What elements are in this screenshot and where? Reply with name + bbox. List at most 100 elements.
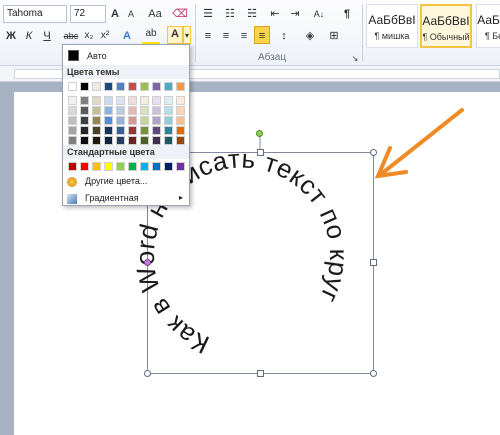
theme-color-swatch[interactable]	[68, 116, 77, 125]
align-right-icon[interactable]: ≡	[236, 27, 252, 45]
theme-color-swatch[interactable]	[164, 96, 173, 105]
decrease-indent-icon[interactable]: ⇤	[268, 5, 282, 23]
standard-color-swatch[interactable]	[140, 162, 149, 171]
change-case-button[interactable]: Aa	[146, 5, 164, 23]
style-item-no-spacing[interactable]: АаБбВ ¶ Без	[476, 4, 500, 48]
theme-color-swatch[interactable]	[104, 96, 113, 105]
theme-color-swatch[interactable]	[104, 106, 113, 115]
text-effects-button[interactable]: A	[120, 27, 134, 45]
font-color-button[interactable]: A	[167, 26, 183, 44]
auto-color-item[interactable]: Авто	[87, 51, 107, 61]
theme-color-swatch[interactable]	[128, 126, 137, 135]
resize-handle-tr[interactable]	[370, 149, 377, 156]
rotate-handle[interactable]	[256, 130, 263, 137]
standard-color-swatch[interactable]	[92, 162, 101, 171]
paragraph-mark-button[interactable]: ¶	[340, 5, 354, 23]
align-center-icon[interactable]: ≡	[218, 27, 234, 45]
theme-color-swatch[interactable]	[68, 106, 77, 115]
theme-color-swatch[interactable]	[128, 116, 137, 125]
sort-icon[interactable]: A↓	[312, 5, 326, 23]
increase-indent-icon[interactable]: ⇥	[288, 5, 302, 23]
highlight-button[interactable]: ab	[142, 27, 160, 45]
style-item-normal[interactable]: АаБбВвІ ¶ Обычный	[420, 4, 472, 48]
theme-color-swatch[interactable]	[176, 136, 185, 145]
standard-color-swatch[interactable]	[176, 162, 185, 171]
theme-color-swatch[interactable]	[140, 82, 149, 91]
theme-color-swatch[interactable]	[116, 116, 125, 125]
theme-color-swatch[interactable]	[116, 82, 125, 91]
theme-color-swatch[interactable]	[176, 96, 185, 105]
theme-color-swatch[interactable]	[152, 106, 161, 115]
resize-handle-t[interactable]	[257, 149, 264, 156]
theme-color-swatch[interactable]	[152, 96, 161, 105]
justify-icon[interactable]: ≡	[254, 26, 270, 44]
theme-color-swatch[interactable]	[68, 136, 77, 145]
theme-color-swatch[interactable]	[80, 126, 89, 135]
italic-button[interactable]: К	[22, 27, 36, 45]
theme-color-swatch[interactable]	[80, 82, 89, 91]
theme-color-swatch[interactable]	[80, 136, 89, 145]
gradient-item[interactable]: Градиентная ▸	[67, 193, 185, 204]
theme-color-swatch[interactable]	[152, 136, 161, 145]
align-left-icon[interactable]: ≡	[200, 27, 216, 45]
theme-color-swatch[interactable]	[104, 82, 113, 91]
theme-color-swatch[interactable]	[152, 126, 161, 135]
theme-color-swatch[interactable]	[92, 106, 101, 115]
theme-color-swatch[interactable]	[92, 136, 101, 145]
borders-icon[interactable]: ⊞	[326, 27, 342, 45]
theme-color-swatch[interactable]	[68, 126, 77, 135]
bullets-icon[interactable]: ☰	[200, 5, 216, 23]
theme-color-swatch[interactable]	[80, 106, 89, 115]
standard-color-swatch[interactable]	[152, 162, 161, 171]
theme-color-swatch[interactable]	[128, 82, 137, 91]
theme-color-swatch[interactable]	[176, 106, 185, 115]
theme-color-swatch[interactable]	[116, 96, 125, 105]
theme-color-swatch[interactable]	[116, 106, 125, 115]
shading-icon[interactable]: ◈	[302, 27, 318, 45]
underline-button[interactable]: Ч	[40, 27, 54, 45]
subscript-button[interactable]: x₂	[82, 27, 96, 45]
theme-color-swatch[interactable]	[92, 116, 101, 125]
style-item-mishka[interactable]: АаБбВвІ ¶ мишка	[366, 4, 418, 48]
strikethrough-button[interactable]: abc	[62, 27, 80, 45]
theme-color-swatch[interactable]	[164, 136, 173, 145]
resize-handle-r[interactable]	[370, 259, 377, 266]
standard-color-swatch[interactable]	[116, 162, 125, 171]
numbering-icon[interactable]: ☷	[222, 5, 238, 23]
theme-color-swatch[interactable]	[152, 116, 161, 125]
bold-button[interactable]: Ж	[4, 27, 18, 45]
font-color-dropdown[interactable]: ▾	[183, 26, 191, 44]
standard-color-swatch[interactable]	[128, 162, 137, 171]
theme-color-swatch[interactable]	[104, 116, 113, 125]
theme-color-swatch[interactable]	[164, 106, 173, 115]
theme-color-swatch[interactable]	[140, 136, 149, 145]
theme-color-swatch[interactable]	[176, 82, 185, 91]
auto-color-swatch[interactable]	[68, 50, 79, 61]
theme-color-swatch[interactable]	[128, 96, 137, 105]
theme-color-swatch[interactable]	[164, 116, 173, 125]
theme-color-swatch[interactable]	[152, 82, 161, 91]
theme-color-swatch[interactable]	[92, 82, 101, 91]
theme-color-swatch[interactable]	[116, 136, 125, 145]
font-size-select[interactable]: 72	[70, 5, 106, 23]
superscript-button[interactable]: x²	[98, 27, 112, 45]
multilevel-list-icon[interactable]: ☵	[244, 5, 260, 23]
theme-color-swatch[interactable]	[68, 96, 77, 105]
theme-color-swatch[interactable]	[176, 126, 185, 135]
font-name-select[interactable]: Tahoma	[3, 5, 67, 23]
grow-font-button[interactable]: A	[108, 5, 122, 23]
standard-color-swatch[interactable]	[80, 162, 89, 171]
theme-color-swatch[interactable]	[176, 116, 185, 125]
standard-color-swatch[interactable]	[164, 162, 173, 171]
theme-color-swatch[interactable]	[140, 96, 149, 105]
resize-handle-bl[interactable]	[144, 370, 151, 377]
theme-color-swatch[interactable]	[128, 136, 137, 145]
theme-color-swatch[interactable]	[92, 96, 101, 105]
line-spacing-icon[interactable]: ↕	[276, 27, 292, 45]
theme-color-swatch[interactable]	[128, 106, 137, 115]
theme-color-swatch[interactable]	[140, 116, 149, 125]
theme-color-swatch[interactable]	[116, 126, 125, 135]
theme-color-swatch[interactable]	[104, 136, 113, 145]
theme-color-swatch[interactable]	[140, 106, 149, 115]
resize-handle-br[interactable]	[370, 370, 377, 377]
